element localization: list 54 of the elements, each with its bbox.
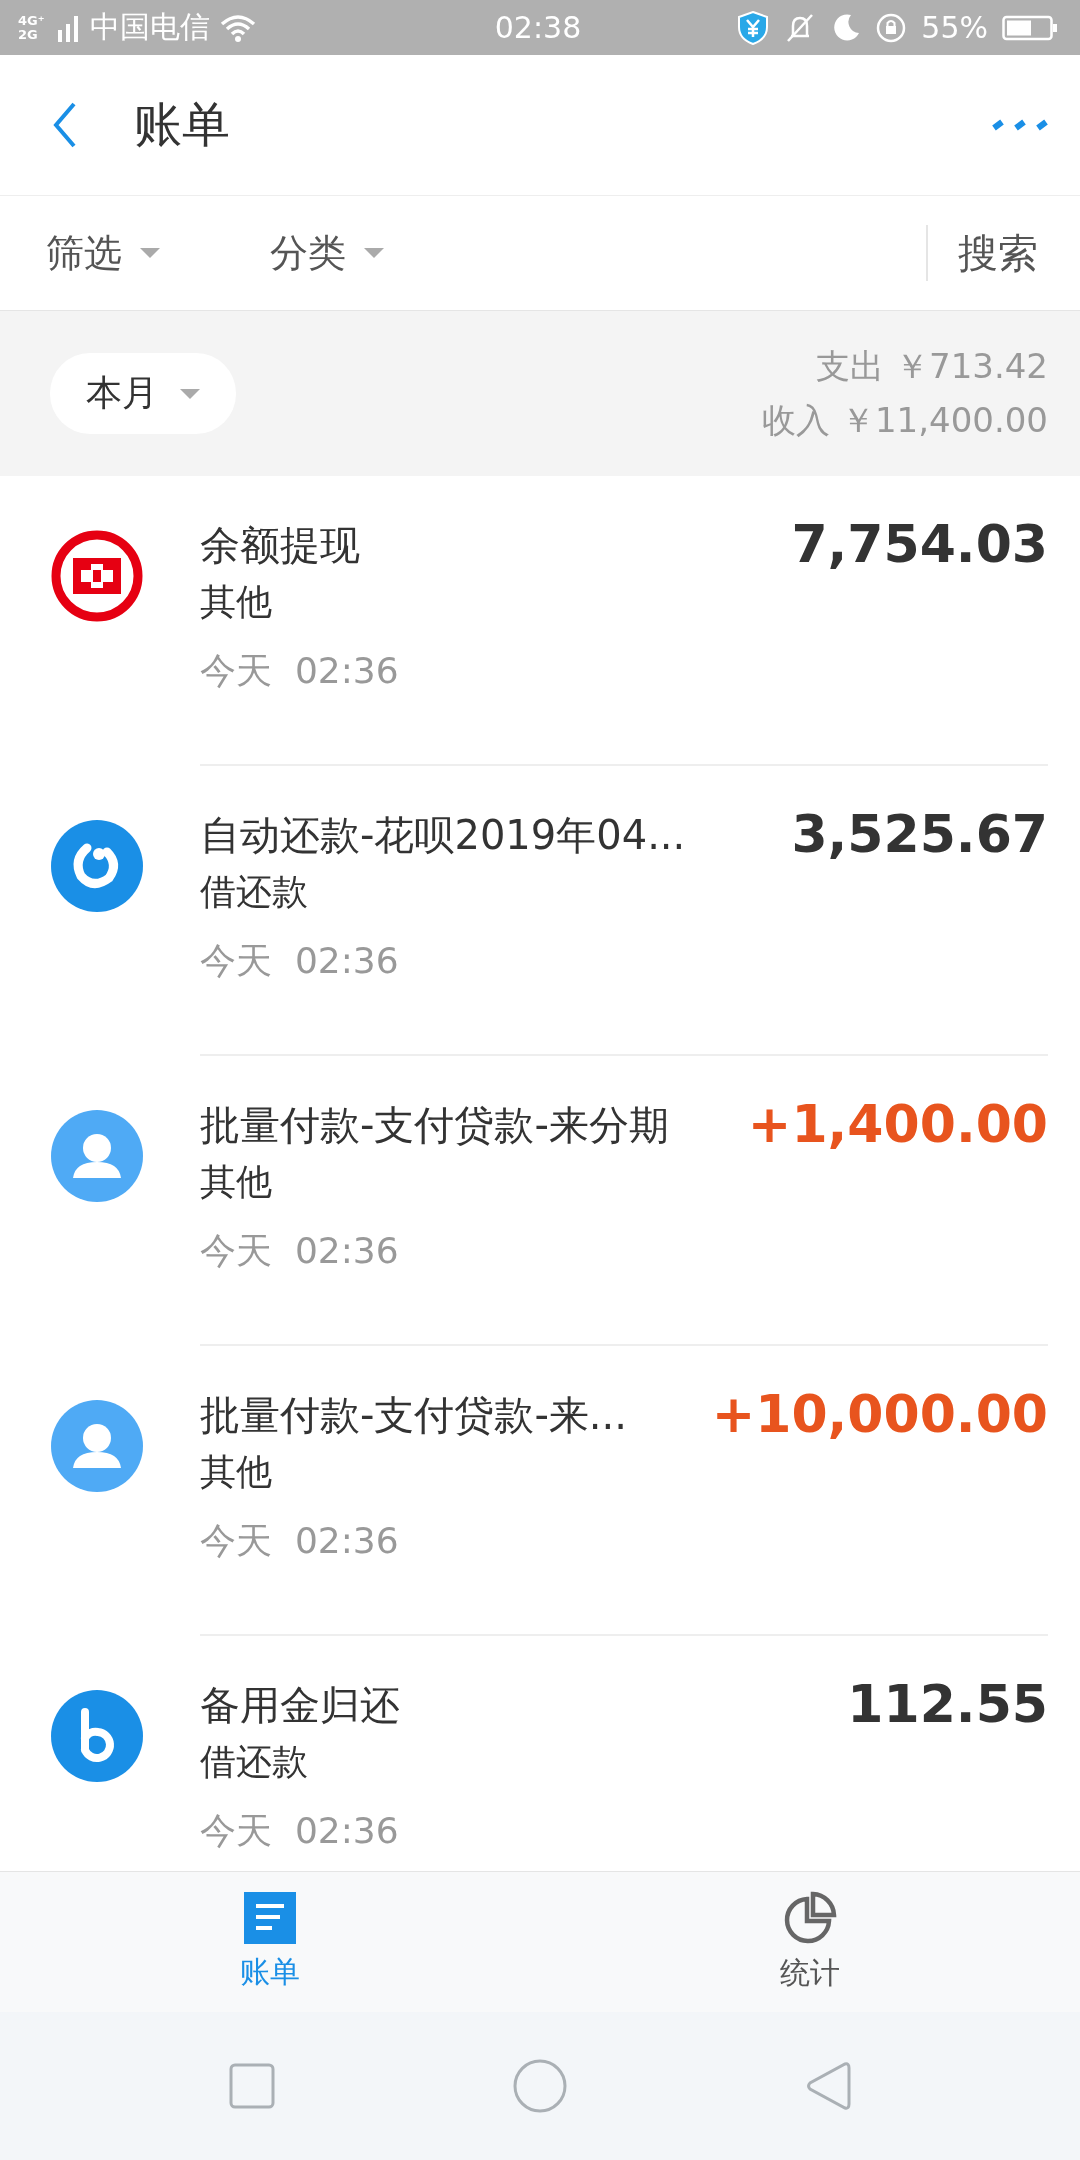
transaction-row[interactable]: 备用金归还 112.55 借还款 今天 02:36: [0, 1636, 1080, 1871]
transaction-row[interactable]: 批量付款-支付贷款-来... +10,000.00 其他 今天 02:36: [0, 1346, 1080, 1636]
document-icon: [244, 1891, 296, 1944]
transaction-time: 今天 02:36: [200, 1809, 399, 1853]
tab-item[interactable]: 统计: [540, 1872, 1080, 2012]
filter-dropdown[interactable]: 分类: [270, 227, 384, 279]
network-indicator: 4G⁺ 2G: [18, 13, 46, 42]
wifi-icon: [220, 13, 256, 42]
page-title: 账单: [134, 95, 231, 154]
back-icon[interactable]: [805, 2060, 852, 2112]
transaction-title: 批量付款-支付贷款-来...: [200, 1391, 627, 1440]
swirl-logo-icon: [51, 820, 143, 912]
home-icon[interactable]: [512, 2058, 568, 2114]
carrier-name: 中国电信: [90, 8, 210, 46]
transaction-time: 今天 02:36: [200, 939, 399, 983]
signal-icon: [58, 13, 80, 42]
transaction-row[interactable]: 自动还款-花呗2019年04... 3,525.67 借还款 今天 02:36: [0, 766, 1080, 1056]
transaction-time: 今天 02:36: [200, 1229, 399, 1273]
more-button[interactable]: [990, 118, 1050, 132]
transaction-category: 其他: [200, 1450, 272, 1494]
bank-logo-icon: [51, 530, 143, 622]
transaction-amount: +10,000.00: [711, 1384, 1048, 1444]
filter-dropdown[interactable]: 筛选: [46, 227, 160, 279]
search-button[interactable]: 搜索: [958, 225, 1038, 281]
transaction-row[interactable]: 批量付款-支付贷款-来分期 +1,400.00 其他 今天 02:36: [0, 1056, 1080, 1346]
transaction-category: 借还款: [200, 870, 308, 914]
pie-chart-icon: [783, 1890, 837, 1945]
battery-icon: [1002, 13, 1058, 42]
transaction-amount: +1,400.00: [747, 1094, 1048, 1154]
transaction-title: 批量付款-支付贷款-来分期: [200, 1101, 669, 1150]
transaction-time: 今天 02:36: [200, 649, 399, 693]
moon-icon: [831, 12, 862, 43]
transaction-row[interactable]: 余额提现 7,754.03 其他 今天 02:36: [0, 476, 1080, 766]
clock: 02:38: [494, 10, 582, 45]
income-total: 收入 ￥11,400.00: [762, 398, 1048, 442]
user-avatar-icon: [51, 1400, 143, 1492]
letter-b-logo-icon: [51, 1690, 143, 1782]
month-selector[interactable]: 本月: [50, 353, 236, 434]
transaction-title: 备用金归还: [200, 1681, 400, 1730]
user-avatar-icon: [51, 1110, 143, 1202]
transaction-title: 余额提现: [200, 521, 360, 570]
transaction-amount: 112.55: [847, 1674, 1048, 1734]
battery-percentage: 55%: [921, 10, 988, 45]
transaction-category: 借还款: [200, 1740, 308, 1784]
expense-total: 支出 ￥713.42: [816, 344, 1048, 388]
transaction-category: 其他: [200, 580, 272, 624]
transaction-amount: 7,754.03: [791, 514, 1048, 574]
shield-icon: [737, 10, 770, 45]
transaction-category: 其他: [200, 1160, 272, 1204]
transaction-amount: 3,525.67: [791, 804, 1048, 864]
recent-apps-icon[interactable]: [228, 2063, 275, 2109]
transaction-title: 自动还款-花呗2019年04...: [200, 811, 686, 860]
transaction-time: 今天 02:36: [200, 1519, 399, 1563]
rotation-lock-icon: [875, 11, 908, 44]
